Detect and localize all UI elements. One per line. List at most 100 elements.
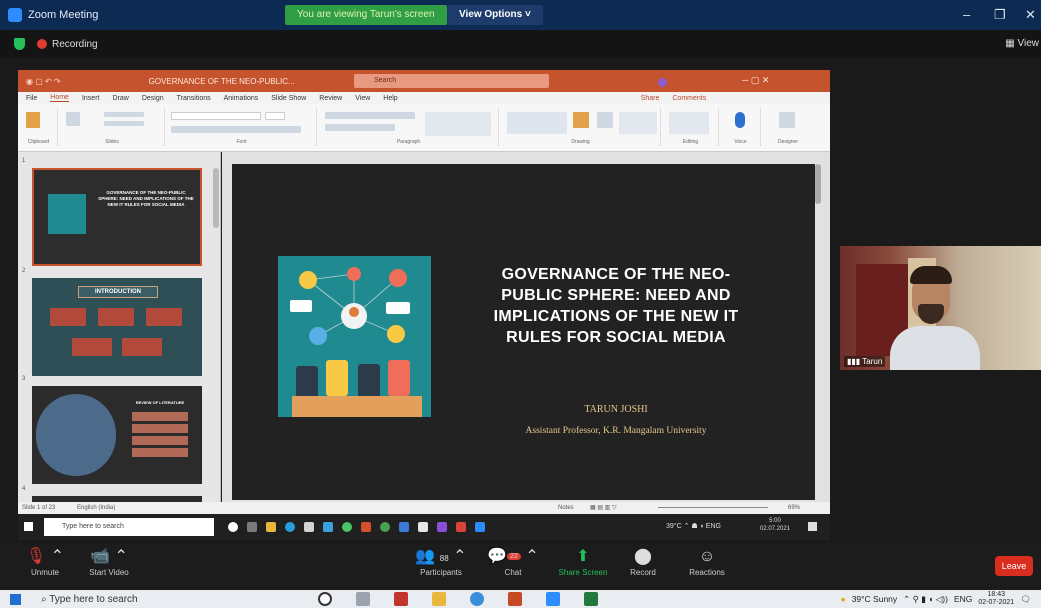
quick-styles-icon[interactable] — [597, 112, 613, 128]
thumbnail-scrollbar[interactable] — [213, 168, 219, 228]
tab-insert[interactable]: Insert — [82, 95, 100, 102]
arrange-icon[interactable] — [573, 112, 589, 128]
zoom-app-icon[interactable] — [546, 592, 560, 606]
app-icon[interactable] — [399, 522, 409, 532]
dictate-icon[interactable] — [735, 112, 745, 128]
chat-button[interactable]: 💬 22 ⌃ Chat — [478, 546, 548, 577]
slide-thumbnail-1[interactable]: GOVERNANCE OF THE NEO-PUBLIC SPHERE: NEE… — [32, 168, 202, 266]
file-explorer-icon[interactable] — [266, 522, 276, 532]
share-button[interactable]: Share — [641, 95, 660, 102]
network-icon — [290, 267, 422, 417]
chrome-icon[interactable] — [380, 522, 390, 532]
ribbon-group-designer[interactable]: Designer — [763, 108, 813, 146]
shapes-gallery[interactable] — [507, 112, 567, 134]
tab-slide-show[interactable]: Slide Show — [271, 95, 306, 102]
zoom-slider[interactable] — [658, 507, 768, 508]
user-avatar[interactable] — [658, 78, 667, 87]
viewing-banner: You are viewing Tarun's screen — [285, 5, 447, 25]
excel-icon[interactable] — [584, 592, 598, 606]
start-video-button[interactable]: 📹 ⌃ Start Video — [74, 546, 144, 577]
tab-draw[interactable]: Draw — [112, 95, 128, 102]
align-icons[interactable] — [325, 124, 395, 131]
edge-icon[interactable] — [285, 522, 295, 532]
paste-icon[interactable] — [26, 112, 40, 128]
cortana-icon[interactable] — [228, 522, 238, 532]
ribbon-group-clipboard[interactable]: Clipboard — [20, 108, 58, 146]
chrome-icon[interactable] — [470, 592, 484, 606]
task-view-icon[interactable] — [356, 592, 370, 606]
new-slide-icon[interactable] — [66, 112, 80, 126]
tab-home[interactable]: Home — [50, 94, 69, 102]
reset-icon[interactable] — [104, 121, 144, 126]
tray-icons[interactable]: ⌃ ⚲ ▮ ◖ ◁)) — [903, 594, 948, 605]
store-icon[interactable] — [304, 522, 314, 532]
record-button[interactable]: ⬤ Record — [608, 546, 678, 577]
tab-review[interactable]: Review — [319, 95, 342, 102]
shape-fill-icons[interactable] — [619, 112, 657, 134]
tab-transitions[interactable]: Transitions — [177, 95, 211, 102]
powerpoint-icon[interactable] — [508, 592, 522, 606]
ribbon-group-editing[interactable]: Editing — [663, 108, 719, 146]
task-view-icon[interactable] — [247, 522, 257, 532]
notes-button[interactable]: Notes — [558, 502, 574, 514]
current-slide[interactable]: GOVERNANCE OF THE NEO-PUBLIC SPHERE: NEE… — [232, 164, 815, 500]
slide-thumbnail-2[interactable]: INTRODUCTION — [32, 278, 202, 376]
view-button[interactable]: ▦ View — [1005, 38, 1039, 49]
ribbon-group-drawing[interactable]: Drawing — [501, 108, 661, 146]
editor-scrollbar[interactable] — [815, 164, 821, 204]
font-family-select[interactable] — [171, 112, 261, 120]
tab-view[interactable]: View — [355, 95, 370, 102]
reactions-button[interactable]: ☺ Reactions — [672, 546, 742, 577]
windows-start-icon[interactable] — [10, 593, 21, 605]
language-label[interactable]: ENG — [954, 594, 972, 604]
tab-help[interactable]: Help — [383, 95, 397, 102]
app-icon[interactable] — [394, 592, 408, 606]
slide-thumbnail-3[interactable]: REVIEW OF LITERATURE — [32, 386, 202, 484]
leave-button[interactable]: Leave — [995, 556, 1033, 576]
app-icon[interactable] — [342, 522, 352, 532]
app-icon[interactable] — [418, 522, 428, 532]
comments-button[interactable]: Comments — [672, 95, 706, 102]
ribbon-group-slides[interactable]: Slides — [60, 108, 165, 146]
view-options-button[interactable]: View Options ˅ — [447, 5, 543, 25]
participant-video[interactable]: ▮▮▮ Tarun — [840, 246, 1041, 370]
text-direction-icons[interactable] — [425, 112, 491, 136]
powerpoint-icon[interactable] — [361, 522, 371, 532]
view-mode-icons[interactable]: ▦ ▤ ▥ ▽ — [590, 502, 617, 514]
cortana-icon[interactable] — [318, 592, 332, 606]
mail-icon[interactable] — [323, 522, 333, 532]
remote-search-input[interactable]: Type here to search — [44, 518, 214, 536]
notification-icon[interactable]: 🗨 — [1020, 594, 1031, 605]
window-title: Zoom Meeting — [28, 9, 99, 21]
participants-button[interactable]: 👥 88 ⌃ Participants — [406, 546, 476, 577]
ribbon-group-font[interactable]: Font — [167, 108, 317, 146]
windows-taskbar: ⌕ Type here to search ● 39°C Sunny ⌃ ⚲ ▮… — [0, 590, 1041, 608]
clock[interactable]: 18:43 02-07-2021 — [978, 591, 1014, 607]
list-icons[interactable] — [325, 112, 415, 119]
tab-animations[interactable]: Animations — [224, 95, 259, 102]
ppt-search-input[interactable]: Search — [354, 74, 549, 88]
restore-icon[interactable]: ❐ — [994, 7, 1006, 23]
close-icon[interactable]: ✕ — [1025, 7, 1036, 23]
design-ideas-icon[interactable] — [779, 112, 795, 128]
font-size-select[interactable] — [265, 112, 285, 120]
font-format-icons[interactable] — [171, 126, 301, 133]
layout-icon[interactable] — [104, 112, 144, 117]
ppt-window-controls-icon[interactable]: ─ ▢ ✕ — [742, 75, 769, 86]
tab-design[interactable]: Design — [142, 95, 164, 102]
zoom-app-icon[interactable] — [475, 522, 485, 532]
windows-start-icon[interactable] — [24, 522, 33, 531]
record-label: Record — [630, 568, 656, 577]
ribbon-group-voice[interactable]: Voice — [721, 108, 761, 146]
minimize-icon[interactable]: – — [963, 7, 970, 22]
find-replace-icons[interactable] — [669, 112, 709, 134]
app-icon[interactable] — [456, 522, 466, 532]
notification-icon[interactable] — [808, 522, 817, 531]
ribbon-group-paragraph[interactable]: Paragraph — [319, 108, 499, 146]
unmute-button[interactable]: 🎙 ⌃ Unmute — [10, 546, 80, 577]
teams-icon[interactable] — [437, 522, 447, 532]
tab-file[interactable]: File — [26, 95, 37, 102]
file-explorer-icon[interactable] — [432, 592, 446, 606]
shield-icon[interactable] — [14, 38, 25, 50]
taskbar-search[interactable]: ⌕ Type here to search — [41, 594, 138, 605]
